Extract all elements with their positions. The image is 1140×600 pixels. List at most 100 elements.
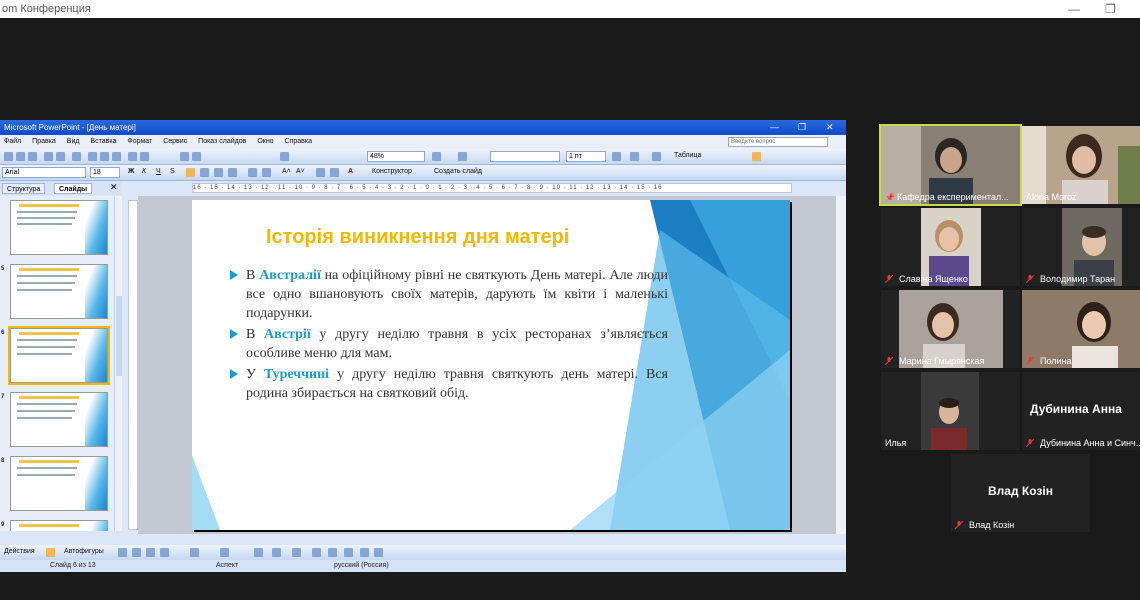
decrease-font-button[interactable]: A˅ <box>296 168 305 175</box>
participant-tile[interactable]: Дубинина Анна Дубинина Анна и Синч... <box>1022 372 1140 450</box>
new-icon[interactable] <box>4 152 13 161</box>
shadow-style-icon[interactable] <box>360 548 369 557</box>
chart-icon[interactable] <box>180 152 189 161</box>
increase-indent-icon[interactable] <box>330 168 339 177</box>
line-color-icon[interactable] <box>612 152 621 161</box>
grid-icon[interactable] <box>280 152 289 161</box>
actions-menu[interactable]: Действия <box>4 548 35 555</box>
participant-tile[interactable]: Славіна Ященко <box>881 208 1020 286</box>
align-icon[interactable] <box>752 152 761 161</box>
participant-tile[interactable]: Илья <box>881 372 1020 450</box>
select-arrow-icon[interactable] <box>46 548 55 557</box>
fill-color-icon[interactable] <box>652 152 661 161</box>
decrease-indent-icon[interactable] <box>316 168 325 177</box>
font-color-button[interactable]: A <box>348 168 353 175</box>
line-width-select[interactable]: 1 пт <box>566 151 606 162</box>
redo-icon[interactable] <box>140 152 149 161</box>
tab-structure[interactable]: Структура <box>2 183 46 194</box>
preview-icon[interactable] <box>56 152 65 161</box>
slide-thumbnail[interactable] <box>10 392 108 447</box>
increase-font-button[interactable]: A˄ <box>282 168 291 175</box>
participant-tile[interactable]: Володимир Таран <box>1022 208 1140 286</box>
open-icon[interactable] <box>16 152 25 161</box>
participant-tile[interactable]: Марина Гмырянская <box>881 290 1020 368</box>
minimize-icon[interactable]: — <box>1068 0 1080 18</box>
ppt-close-icon[interactable]: ✕ <box>826 120 834 135</box>
participant-tile[interactable]: Alona Moroz <box>1022 126 1140 204</box>
arrow-tool-icon[interactable] <box>132 548 141 557</box>
line-style-select[interactable] <box>490 151 560 162</box>
slide-scrollbar[interactable] <box>836 196 846 534</box>
participant-tile[interactable]: Влад Козін Влад Козін <box>951 454 1090 532</box>
slide-thumbnail[interactable] <box>10 200 108 255</box>
zoom-window-title: om Конференция <box>2 3 91 15</box>
copy-icon[interactable] <box>100 152 109 161</box>
italic-button[interactable]: К <box>142 168 146 175</box>
bold-button[interactable]: Ж <box>128 168 134 175</box>
participant-tile[interactable]: Кафедра експериментал... 📌 <box>879 124 1022 206</box>
textbox-icon[interactable] <box>458 152 467 161</box>
new-slide-button[interactable]: Создать слайд <box>434 168 482 175</box>
help-icon[interactable] <box>432 152 441 161</box>
menu-view[interactable]: Вид <box>67 138 80 145</box>
line-style-icon[interactable] <box>312 548 321 557</box>
align-left-icon[interactable] <box>186 168 195 177</box>
font-name-select[interactable]: Arial <box>2 167 86 178</box>
ppt-restore-icon[interactable]: ❐ <box>798 120 806 135</box>
slide-thumbnail-selected[interactable] <box>8 326 110 385</box>
pen-color-icon[interactable] <box>272 548 281 557</box>
slide-thumbnail[interactable] <box>10 456 108 511</box>
muted-mic-icon <box>1026 439 1034 447</box>
font-size-select[interactable]: 18 <box>90 167 120 178</box>
fill-icon[interactable] <box>254 548 263 557</box>
cut-icon[interactable] <box>88 152 97 161</box>
undo-icon[interactable] <box>128 152 137 161</box>
print-icon[interactable] <box>44 152 53 161</box>
table-menu-label[interactable]: Таблица <box>674 152 701 159</box>
slide-number: 9 <box>1 522 5 528</box>
menu-tools[interactable]: Сервис <box>163 138 187 145</box>
ask-question-input[interactable]: Введите вопрос <box>728 137 828 147</box>
menu-file[interactable]: Файл <box>4 138 21 145</box>
participant-tile[interactable]: Полина <box>1022 290 1140 368</box>
menu-insert[interactable]: Вставка <box>90 138 116 145</box>
menu-slideshow[interactable]: Показ слайдов <box>198 138 246 145</box>
oval-tool-icon[interactable] <box>160 548 169 557</box>
shadow-button[interactable]: S <box>170 168 175 175</box>
text-color-icon[interactable] <box>292 548 301 557</box>
rectangle-tool-icon[interactable] <box>146 548 155 557</box>
menu-edit[interactable]: Правка <box>32 138 56 145</box>
save-icon[interactable] <box>28 152 37 161</box>
numbering-icon[interactable] <box>248 168 257 177</box>
align-right-icon[interactable] <box>214 168 223 177</box>
participant-name: Володимир Таран <box>1040 274 1116 284</box>
align-center-icon[interactable] <box>200 168 209 177</box>
border-icon[interactable] <box>630 152 639 161</box>
justify-icon[interactable] <box>228 168 237 177</box>
dash-style-icon[interactable] <box>328 548 337 557</box>
ppt-minimize-icon[interactable]: — <box>770 120 779 135</box>
spell-icon[interactable] <box>72 152 81 161</box>
thumbnails-scrollbar[interactable] <box>114 196 122 531</box>
zoom-select[interactable]: 48% <box>367 151 425 162</box>
picture-icon[interactable] <box>220 548 229 557</box>
current-slide[interactable]: Історія виникнення дня матері В Австралі… <box>192 200 790 530</box>
designer-button[interactable]: Конструктор <box>372 168 412 175</box>
3d-style-icon[interactable] <box>374 548 383 557</box>
menu-help[interactable]: Справка <box>285 138 312 145</box>
slide-thumbnail[interactable] <box>10 520 108 531</box>
restore-icon[interactable]: ❐ <box>1105 0 1116 18</box>
close-pane-icon[interactable]: ✕ <box>110 182 118 193</box>
autoshapes-menu[interactable]: Автофигуры <box>64 548 104 555</box>
tab-slides[interactable]: Слайды <box>54 183 93 194</box>
bullets-icon[interactable] <box>262 168 271 177</box>
paste-icon[interactable] <box>112 152 121 161</box>
menu-format[interactable]: Формат <box>127 138 152 145</box>
line-tool-icon[interactable] <box>118 548 127 557</box>
arrow-style-icon[interactable] <box>344 548 353 557</box>
wordart-icon[interactable] <box>190 548 199 557</box>
menu-window[interactable]: Окно <box>257 138 273 145</box>
slide-thumbnail[interactable] <box>10 264 108 319</box>
underline-button[interactable]: Ч <box>156 168 161 175</box>
table-icon[interactable] <box>192 152 201 161</box>
